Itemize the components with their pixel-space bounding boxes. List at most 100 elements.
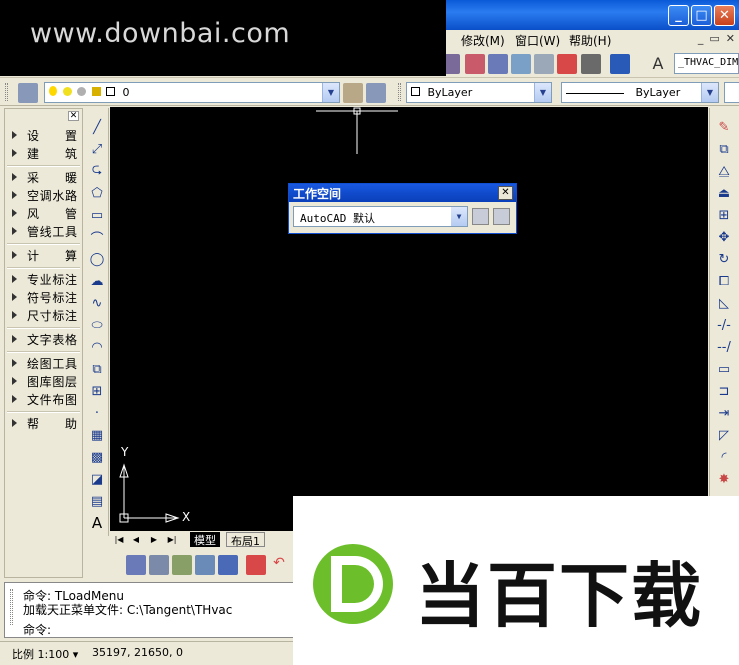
make-current-layer-icon[interactable] xyxy=(343,83,363,103)
first-tab-icon[interactable]: |◀ xyxy=(112,533,126,546)
menu-item-pro-annotation[interactable]: 专业标注 xyxy=(5,271,82,287)
properties-icon[interactable] xyxy=(465,54,485,74)
chamfer-icon[interactable]: ◸ xyxy=(715,426,733,444)
prev-tab-icon[interactable]: ◀ xyxy=(129,533,143,546)
tool-icon-4[interactable] xyxy=(195,555,215,575)
last-tab-icon[interactable]: ▶| xyxy=(165,533,179,546)
panel-close-button[interactable]: ✕ xyxy=(68,111,79,121)
erase-icon[interactable]: ✎ xyxy=(715,118,733,136)
save-icon[interactable] xyxy=(218,555,238,575)
menu-item-draw-tools[interactable]: 绘图工具 xyxy=(5,355,82,371)
stretch-icon[interactable]: ◺ xyxy=(715,294,733,312)
workspace-select[interactable]: AutoCAD 默认 ▼ xyxy=(293,206,468,227)
workspace-title[interactable]: 工作空间 xyxy=(289,184,516,202)
text-style-select[interactable]: _THVAC_DIM xyxy=(674,53,739,74)
menu-item-calculate[interactable]: 计算 xyxy=(5,247,82,263)
rectangle-icon[interactable]: ▭ xyxy=(88,206,106,224)
offset-icon[interactable]: ⏏ xyxy=(715,184,733,202)
tool-palette-icon[interactable] xyxy=(511,54,531,74)
doc-minimize-button[interactable]: _ xyxy=(698,32,704,45)
menu-item-file-layout[interactable]: 文件布图 xyxy=(5,391,82,407)
tool-icon-3[interactable] xyxy=(172,555,192,575)
markup-icon[interactable] xyxy=(557,54,577,74)
menu-item-library-layers[interactable]: 图库图层 xyxy=(5,373,82,389)
design-center-icon[interactable] xyxy=(488,54,508,74)
join-icon[interactable]: ⇥ xyxy=(715,404,733,422)
menu-item-dimension[interactable]: 尺寸标注 xyxy=(5,307,82,323)
calculator-icon[interactable] xyxy=(581,54,601,74)
rotate-icon[interactable]: ↻ xyxy=(715,250,733,268)
menu-help[interactable]: 帮助(H) xyxy=(569,32,611,49)
explode-icon[interactable]: ✸ xyxy=(715,470,733,488)
menu-item-settings[interactable]: 设置 xyxy=(5,127,82,143)
linetype-select[interactable]: ByLayer ▼ xyxy=(561,82,719,103)
chevron-down-icon[interactable]: ▼ xyxy=(534,83,551,102)
trim-icon[interactable]: -/- xyxy=(715,316,733,334)
line-icon[interactable]: ╱ xyxy=(88,118,106,136)
ellipse-arc-icon[interactable]: ◠ xyxy=(88,338,106,356)
text-style-icon[interactable]: A xyxy=(648,54,668,74)
chevron-down-icon[interactable]: ▼ xyxy=(701,83,718,102)
construction-line-icon[interactable]: ⤢ xyxy=(88,140,106,158)
layer-select[interactable]: 0 ▼ xyxy=(44,82,340,103)
copy-icon[interactable]: ⧉ xyxy=(715,140,733,158)
hatch-icon[interactable]: ▦ xyxy=(88,426,106,444)
arc-icon[interactable]: ⌒ xyxy=(88,228,106,247)
menu-window[interactable]: 窗口(W) xyxy=(515,32,560,49)
region-icon[interactable]: ◪ xyxy=(88,470,106,488)
help-icon[interactable] xyxy=(610,54,630,74)
command-grip[interactable] xyxy=(10,589,13,625)
color-select[interactable]: ByLayer ▼ xyxy=(406,82,552,103)
point-icon[interactable]: · xyxy=(88,404,106,422)
multiline-text-icon[interactable]: A xyxy=(88,514,106,532)
scale-icon[interactable]: ⧠ xyxy=(715,272,733,290)
insert-block-icon[interactable]: ⧉ xyxy=(88,360,106,378)
tab-layout1[interactable]: 布局1 xyxy=(226,532,265,548)
layer-manager-icon[interactable] xyxy=(18,83,38,103)
array-icon[interactable]: ⊞ xyxy=(715,206,733,224)
tool-icon-1[interactable] xyxy=(126,555,146,575)
menu-item-architecture[interactable]: 建筑 xyxy=(5,145,82,161)
extend-icon[interactable]: --/ xyxy=(715,338,733,356)
mirror-icon[interactable]: ⧋ xyxy=(715,162,733,180)
menu-item-heating[interactable]: 采暖 xyxy=(5,169,82,185)
menu-item-pipe-tools[interactable]: 管线工具 xyxy=(5,223,82,239)
polygon-icon[interactable]: ⬠ xyxy=(88,184,106,202)
chevron-down-icon[interactable]: ▼ xyxy=(451,207,467,226)
polyline-icon[interactable]: ⮎ xyxy=(88,162,106,180)
toolbar-grip[interactable] xyxy=(5,83,8,101)
scale-select[interactable]: 比例 1:100 ▾ xyxy=(12,646,78,662)
circle-icon[interactable]: ◯ xyxy=(88,250,106,268)
close-button[interactable]: ✕ xyxy=(714,5,735,26)
ellipse-icon[interactable]: ⬭ xyxy=(88,316,106,334)
tool-icon-2[interactable] xyxy=(149,555,169,575)
break-icon[interactable]: ⊐ xyxy=(715,382,733,400)
menu-item-symbol-annotation[interactable]: 符号标注 xyxy=(5,289,82,305)
layer-previous-icon[interactable] xyxy=(366,83,386,103)
workspace-save-icon[interactable] xyxy=(493,208,510,225)
gradient-icon[interactable]: ▩ xyxy=(88,448,106,466)
menu-item-help[interactable]: 帮助 xyxy=(5,415,82,431)
undo-icon[interactable]: ↶ xyxy=(269,555,289,575)
fillet-icon[interactable]: ◜ xyxy=(715,448,733,466)
toolbar-grip[interactable] xyxy=(398,83,401,101)
doc-close-button[interactable]: ✕ xyxy=(726,32,735,45)
next-tab-icon[interactable]: ▶ xyxy=(147,533,161,546)
workspace-settings-icon[interactable] xyxy=(472,208,489,225)
drawing-canvas[interactable]: Y X xyxy=(110,107,708,531)
menu-item-text-table[interactable]: 文字表格 xyxy=(5,331,82,347)
command-prompt[interactable]: 命令: xyxy=(23,621,51,638)
minimize-button[interactable]: _ xyxy=(668,5,689,26)
tool-icon-6[interactable] xyxy=(246,555,266,575)
maximize-button[interactable]: □ xyxy=(691,5,712,26)
table-icon[interactable]: ▤ xyxy=(88,492,106,510)
menu-item-ac-water[interactable]: 空调水路 xyxy=(5,187,82,203)
break-at-point-icon[interactable]: ▭ xyxy=(715,360,733,378)
chevron-down-icon[interactable]: ▼ xyxy=(322,83,339,102)
revision-cloud-icon[interactable]: ☁ xyxy=(88,272,106,290)
move-icon[interactable]: ✥ xyxy=(715,228,733,246)
sheet-set-icon[interactable] xyxy=(534,54,554,74)
command-window[interactable]: 命令: TLoadMenu 加载天正菜单文件: C:\Tangent\THvac… xyxy=(4,582,300,638)
menu-modify[interactable]: 修改(M) xyxy=(461,32,505,49)
workspace-close-button[interactable]: ✕ xyxy=(498,186,513,200)
